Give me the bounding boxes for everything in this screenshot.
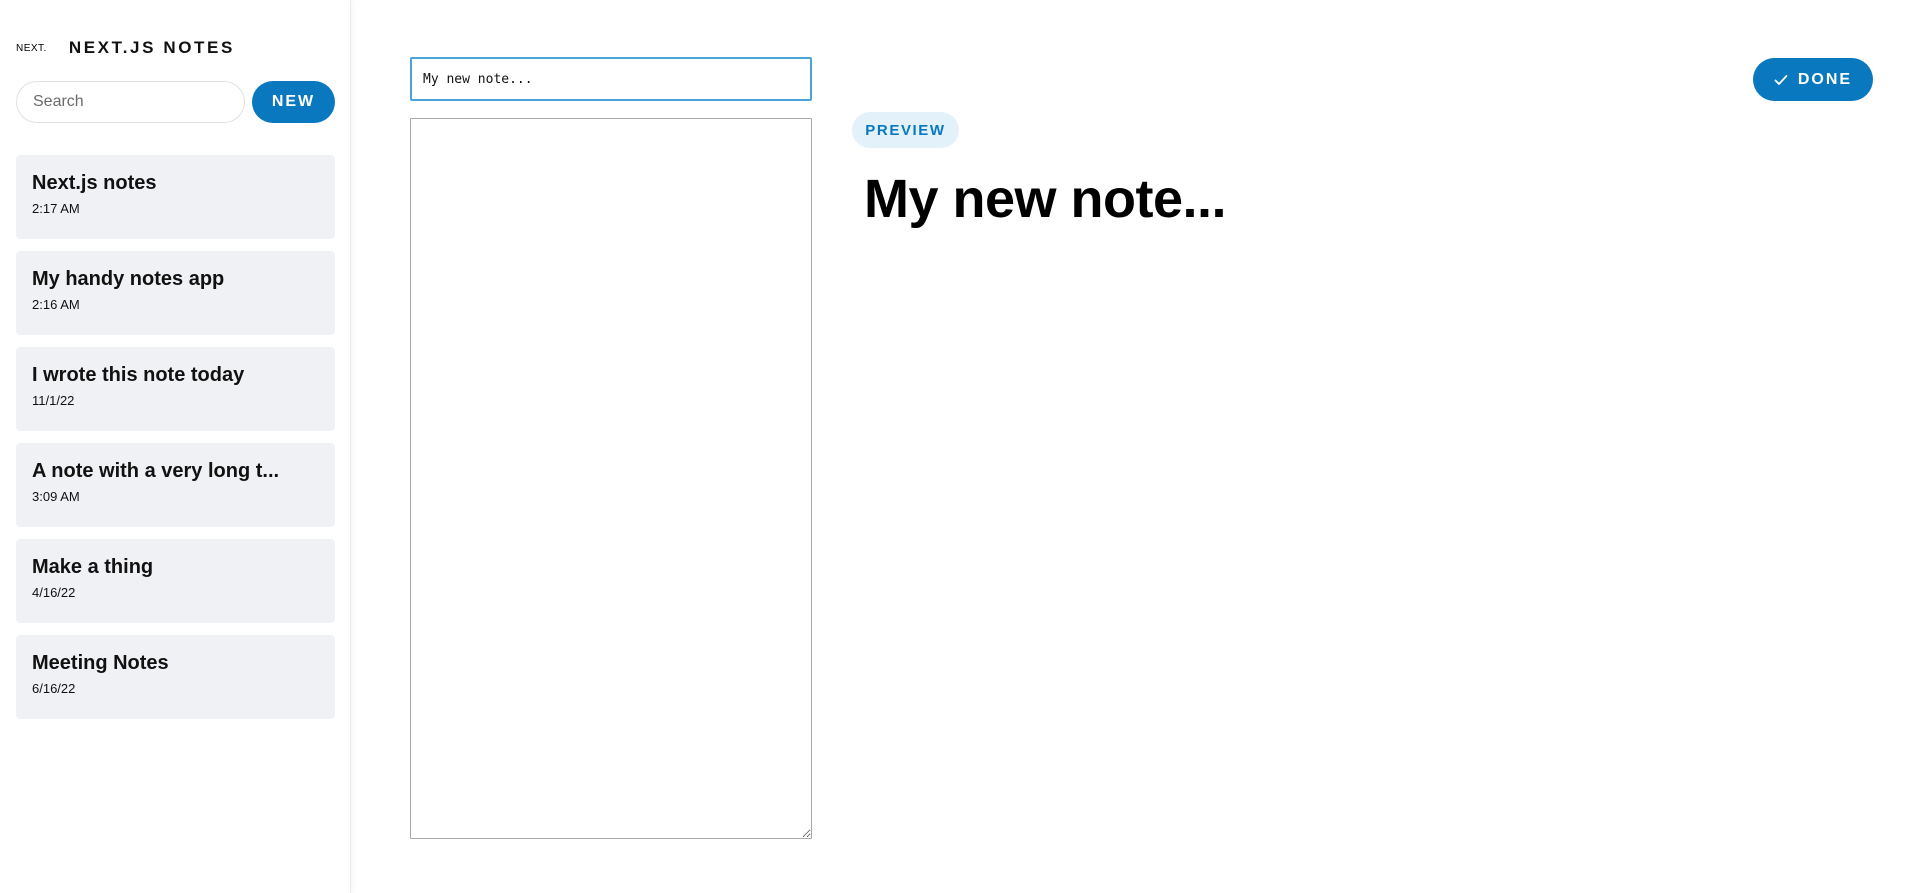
sidebar: NEXT. NEXT.JS NOTES NEW Next.js notes 2:… bbox=[0, 0, 351, 893]
note-title: Make a thing bbox=[32, 556, 154, 578]
note-timestamp: 4/16/22 bbox=[32, 585, 76, 600]
new-note-button[interactable]: NEW bbox=[252, 81, 335, 123]
note-title: I wrote this note today bbox=[32, 364, 245, 386]
note-list: Next.js notes 2:17 AM My handy notes app… bbox=[16, 155, 335, 731]
note-title: Next.js notes bbox=[32, 172, 157, 194]
note-list-item[interactable]: Next.js notes 2:17 AM bbox=[16, 155, 335, 239]
check-icon bbox=[1774, 74, 1788, 85]
note-timestamp: 2:17 AM bbox=[32, 201, 80, 216]
app-title: NEXT.JS NOTES bbox=[68, 38, 235, 57]
note-title: My handy notes app bbox=[32, 268, 225, 290]
nextjs-logo: NEXT. bbox=[16, 42, 47, 54]
note-body-textarea[interactable] bbox=[410, 118, 812, 839]
done-button[interactable]: DONE bbox=[1753, 58, 1873, 101]
note-timestamp: 3:09 AM bbox=[32, 489, 80, 504]
brand: NEXT. NEXT.JS NOTES bbox=[16, 38, 235, 58]
preview-badge: PREVIEW bbox=[852, 112, 959, 148]
note-title-input[interactable] bbox=[410, 57, 812, 101]
note-timestamp: 6/16/22 bbox=[32, 681, 76, 696]
search-input[interactable] bbox=[16, 81, 245, 123]
note-list-item[interactable]: My handy notes app 2:16 AM bbox=[16, 251, 335, 335]
preview-title: My new note... bbox=[864, 169, 1227, 229]
note-timestamp: 2:16 AM bbox=[32, 297, 80, 312]
note-title: Meeting Notes bbox=[32, 652, 169, 674]
note-list-item[interactable]: A note with a very long t... 3:09 AM bbox=[16, 443, 335, 527]
note-list-item[interactable]: I wrote this note today 11/1/22 bbox=[16, 347, 335, 431]
done-label: DONE bbox=[1797, 70, 1853, 88]
note-list-item[interactable]: Meeting Notes 6/16/22 bbox=[16, 635, 335, 719]
note-list-item[interactable]: Make a thing 4/16/22 bbox=[16, 539, 335, 623]
note-title: A note with a very long t... bbox=[32, 460, 280, 482]
note-timestamp: 11/1/22 bbox=[32, 393, 75, 408]
